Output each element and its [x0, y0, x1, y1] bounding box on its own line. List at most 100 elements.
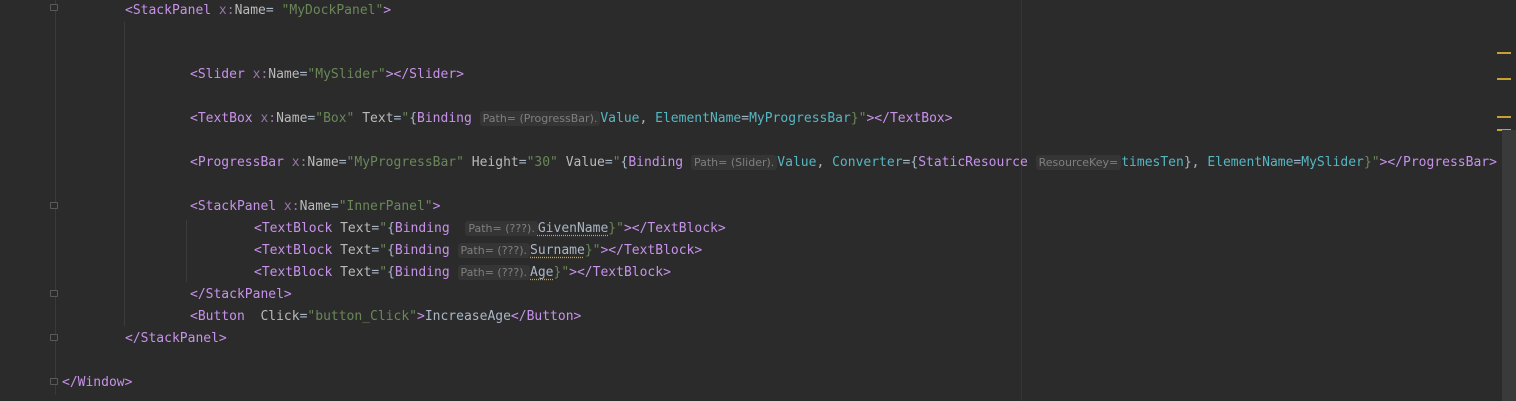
- code-line-stackpanel-open[interactable]: <StackPanel x:Name= "MyDockPanel">: [125, 0, 391, 22]
- tag-name: <TextBlock: [254, 221, 333, 236]
- code-line-button[interactable]: <Button Click="button_Click">IncreaseAge…: [190, 306, 581, 328]
- markup-extension: Binding: [394, 243, 450, 258]
- attr-name: Click: [260, 309, 300, 324]
- element-ref: MySlider: [1301, 155, 1364, 170]
- markup-extension: StaticResource: [918, 155, 1028, 170]
- brace: {: [409, 111, 418, 126]
- brace-quote: }": [553, 265, 570, 280]
- tag-name: <TextBlock: [254, 265, 333, 280]
- attr-value: "MySlider": [307, 67, 386, 82]
- code-editor[interactable]: <StackPanel x:Name= "MyDockPanel"> <Slid…: [0, 0, 1516, 401]
- tag-close: >: [432, 199, 441, 214]
- equals: =: [518, 155, 527, 170]
- tag-name: <Button: [190, 309, 245, 324]
- markup-extension: Binding: [394, 221, 450, 236]
- code-line-stackpanel-close[interactable]: </StackPanel>: [125, 328, 227, 350]
- code-line-window-close[interactable]: </Window>: [62, 372, 132, 394]
- code-line-slider[interactable]: <Slider x:Name="MySlider"></Slider>: [190, 64, 464, 86]
- tag-close: </Button>: [510, 309, 582, 324]
- tag-name: <TextBox: [190, 111, 253, 126]
- code-line-textbox[interactable]: <TextBox x:Name="Box" Text="{Binding Pat…: [190, 108, 953, 130]
- brace-quote: }": [608, 221, 624, 236]
- vertical-scrollbar[interactable]: [1502, 130, 1516, 401]
- tag-close: >: [383, 3, 392, 18]
- attr-name: Name: [268, 67, 300, 82]
- code-line-textblock-surname[interactable]: <TextBlock Text="{Binding Path= (???). Su…: [254, 240, 702, 262]
- fold-marker-icon[interactable]: [50, 290, 58, 297]
- warning-marker[interactable]: [1497, 78, 1511, 80]
- code-line-inner-stackpanel[interactable]: <StackPanel x:Name="InnerPanel">: [190, 196, 440, 218]
- binding-property: GivenName: [537, 221, 609, 236]
- equals: =: [265, 3, 282, 18]
- brace-quote: }": [584, 243, 601, 258]
- warning-marker[interactable]: [1497, 116, 1511, 118]
- brace: {: [387, 265, 395, 280]
- tag-close: </StackPanel>: [125, 331, 227, 346]
- indent-guide: [124, 22, 125, 326]
- attr-namespace: x:: [252, 67, 269, 82]
- tag-close: ></TextBlock>: [569, 265, 671, 280]
- brace: {: [387, 221, 395, 236]
- code-line-textblock-givenname[interactable]: <TextBlock Text="{Binding Path= (???). Gi…: [254, 218, 726, 240]
- code-line-inner-stackpanel-close[interactable]: </StackPanel>: [190, 284, 292, 306]
- element-ref: MyProgressBar: [749, 111, 851, 126]
- tag-close: ></TextBox>: [866, 111, 953, 126]
- attr-value: "MyProgressBar": [346, 155, 464, 170]
- indent-guide: [186, 220, 187, 282]
- quote: ": [612, 155, 621, 170]
- attr-name: Value: [565, 155, 605, 170]
- attr-value: "button_Click": [307, 309, 417, 324]
- brace-quote: }": [1363, 155, 1380, 170]
- binding-property: Surname: [530, 243, 585, 258]
- binding-property: Age: [530, 265, 554, 280]
- code-line-progressbar[interactable]: <ProgressBar x:Name="MyProgressBar" Heig…: [190, 152, 1497, 174]
- fold-marker-icon[interactable]: [50, 4, 58, 11]
- tag-name: <TextBlock: [254, 243, 333, 258]
- fold-marker-icon[interactable]: [50, 378, 58, 385]
- equals: =: [741, 111, 750, 126]
- tag-name: <StackPanel: [190, 199, 277, 214]
- tag-close: ></TextBlock>: [623, 221, 726, 236]
- tag-close: ></TextBlock>: [600, 243, 703, 258]
- inlay-hint: Path= (Slider).: [690, 155, 778, 170]
- tag-close: ></ProgressBar>: [1379, 155, 1497, 170]
- attr-name: Name: [307, 155, 339, 170]
- fold-marker-icon[interactable]: [50, 334, 58, 341]
- code-line-textblock-age[interactable]: <TextBlock Text="{Binding Path= (???). Ag…: [254, 262, 671, 284]
- quote: ": [379, 265, 388, 280]
- attr-namespace: x:: [291, 155, 308, 170]
- inlay-hint: Path= (???).: [457, 243, 531, 258]
- tag-close: >: [417, 309, 425, 324]
- attr-name: Name: [276, 111, 308, 126]
- binding-param: Converter: [832, 155, 903, 170]
- tag-name: <ProgressBar: [190, 155, 284, 170]
- resource-key: timesTen: [1121, 155, 1184, 170]
- brace-quote: }": [850, 111, 867, 126]
- attr-name: Text: [340, 265, 372, 280]
- equals: =: [330, 199, 339, 214]
- attr-value: "MyDockPanel": [281, 3, 384, 18]
- attr-namespace: x:: [260, 111, 277, 126]
- attr-name: Text: [362, 111, 394, 126]
- tag-close: </Window>: [62, 375, 133, 390]
- fold-marker-icon[interactable]: [50, 202, 58, 209]
- comma: ,: [1191, 155, 1208, 170]
- quote: ": [379, 221, 388, 236]
- quote: ": [379, 243, 388, 258]
- inlay-hint: Path= (ProgressBar).: [479, 111, 601, 126]
- inlay-hint: Path= (???).: [457, 265, 531, 280]
- right-margin-guide: [1021, 0, 1022, 401]
- binding-property: Value: [600, 111, 640, 126]
- attr-value: "30": [526, 155, 558, 170]
- tag-name: <StackPanel: [125, 3, 212, 18]
- tag-close: ></Slider>: [385, 67, 464, 82]
- attr-name: Name: [234, 3, 266, 18]
- binding-param: ElementName: [1207, 155, 1294, 170]
- attr-name: Text: [340, 221, 372, 236]
- markup-extension: Binding: [628, 155, 684, 170]
- attr-value: "InnerPanel": [338, 199, 433, 214]
- warning-marker[interactable]: [1497, 52, 1511, 54]
- quote: ": [401, 111, 410, 126]
- markup-extension: Binding: [417, 111, 472, 126]
- inlay-hint: ResourceKey=: [1035, 155, 1122, 170]
